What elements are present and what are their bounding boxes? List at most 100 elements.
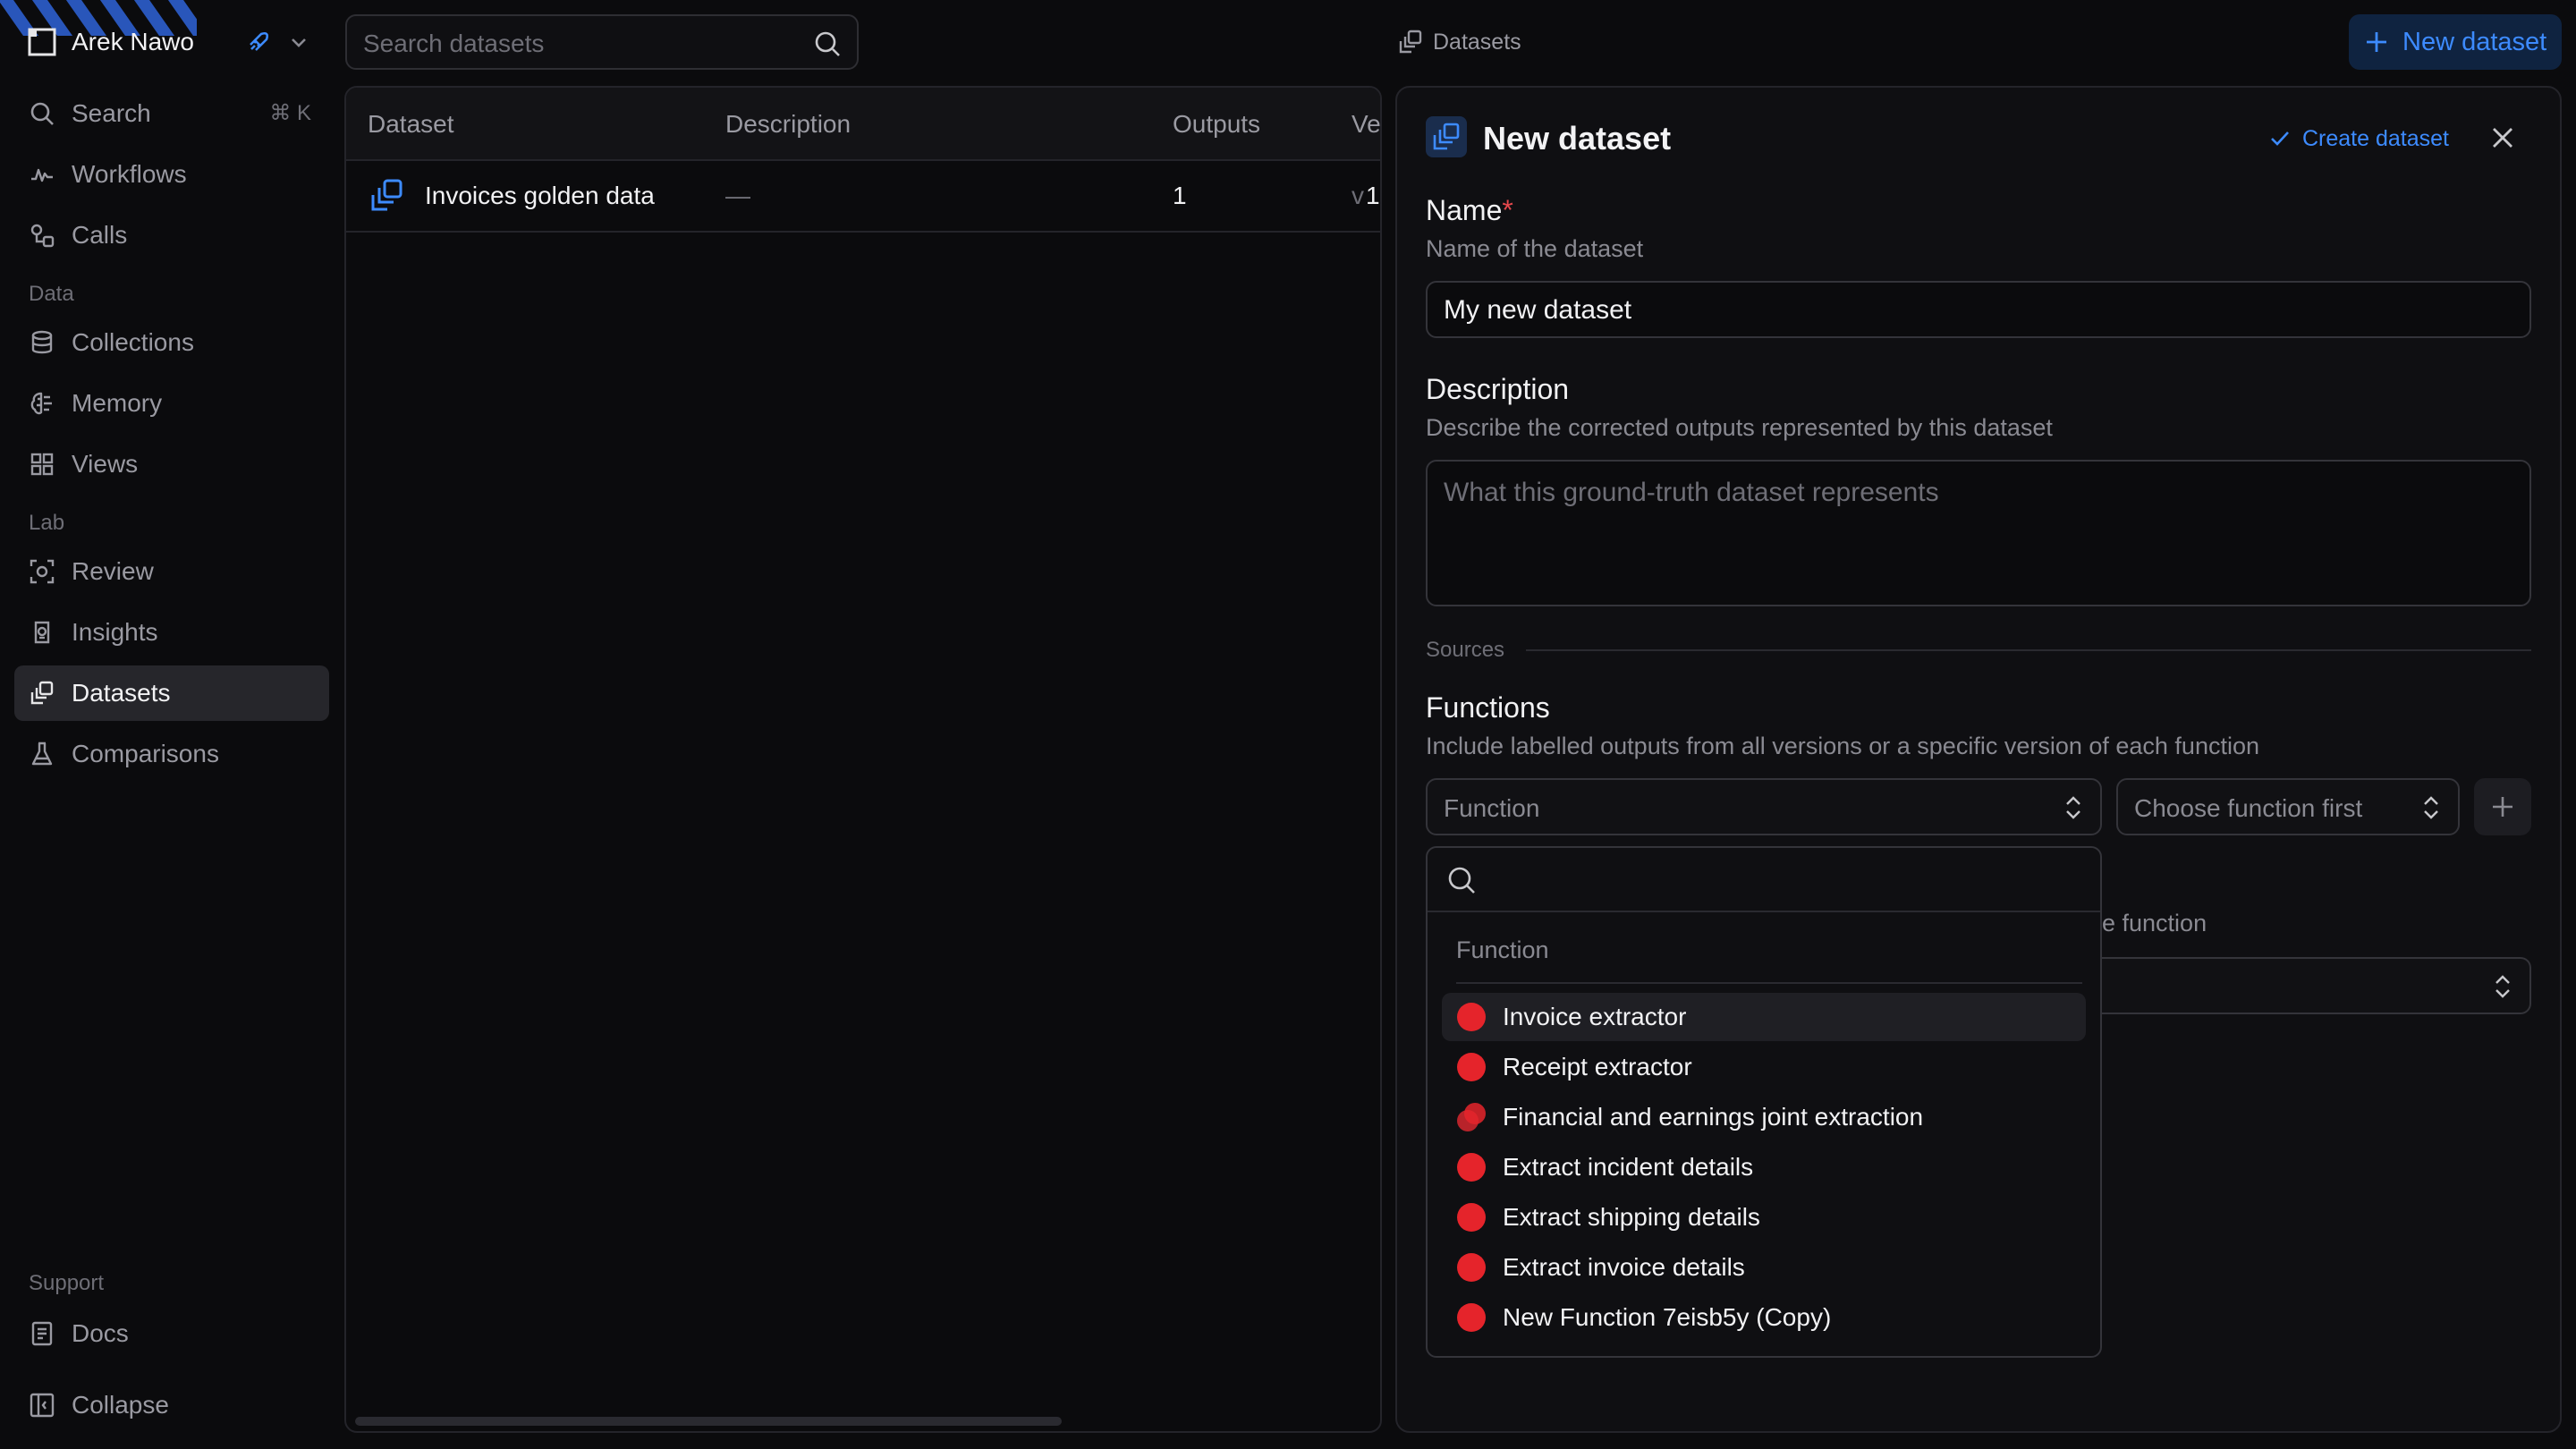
create-dataset-button[interactable]: Create dataset: [2268, 123, 2456, 154]
joint-function-icon: [1456, 1102, 1487, 1132]
sidebar-item-datasets[interactable]: Datasets: [14, 665, 329, 721]
dropdown-item-label: Receipt extractor: [1503, 1053, 1692, 1080]
function-icon: [1456, 1302, 1487, 1333]
description-field[interactable]: What this ground-truth dataset represent…: [1426, 460, 2531, 606]
dataset-version-prefix: v: [1352, 182, 1364, 209]
dropdown-item[interactable]: Extract shipping details: [1442, 1193, 2086, 1241]
datasets-icon: [29, 680, 55, 707]
chevron-updown-icon: [2420, 794, 2442, 821]
dataset-version: 1: [1366, 182, 1380, 209]
datasets-table: Dataset Description Outputs Ve Invoices …: [344, 86, 1382, 1433]
dropdown-item[interactable]: Financial and earnings joint extraction: [1442, 1093, 2086, 1141]
check-icon: [2268, 127, 2292, 150]
horizontal-scrollbar[interactable]: [355, 1417, 1062, 1426]
section-heading-support: Support: [29, 1271, 105, 1295]
plus-icon: [2363, 29, 2390, 55]
sidebar-item-label: Collapse: [72, 1391, 169, 1419]
calls-icon: [29, 222, 55, 249]
search-input[interactable]: Search datasets: [345, 14, 859, 70]
sidebar-item-label: Insights: [72, 618, 158, 646]
description-placeholder: What this ground-truth dataset represent…: [1444, 478, 1939, 507]
version-select-value: Choose function first: [2134, 794, 2363, 822]
sources-divider: [1526, 649, 2531, 651]
function-icon: [1456, 1002, 1487, 1032]
new-dataset-button[interactable]: New dataset: [2349, 14, 2562, 70]
sidebar: Arek Nawo Search ⌘ K Workflows Calls Dat…: [0, 0, 343, 1449]
column-header-outputs[interactable]: Outputs: [1173, 109, 1260, 140]
function-icon: [1456, 1252, 1487, 1283]
sidebar-item-collapse[interactable]: Collapse: [14, 1377, 329, 1433]
dataset-name: Invoices golden data: [425, 182, 655, 209]
sidebar-item-workflows[interactable]: Workflows: [14, 147, 329, 202]
sidebar-item-collections[interactable]: Collections: [14, 315, 329, 370]
section-heading-lab: Lab: [29, 511, 65, 535]
chevron-updown-icon: [2492, 973, 2513, 1000]
dataset-icon: [368, 177, 405, 215]
dropdown-item-label: Invoice extractor: [1503, 1003, 1687, 1030]
dropdown-item-label: Financial and earnings joint extraction: [1503, 1103, 1924, 1131]
dropdown-search-input[interactable]: [1428, 848, 2100, 912]
function-select-value: Function: [1444, 794, 1540, 822]
search-icon: [1445, 864, 1478, 896]
review-icon: [29, 558, 55, 585]
workspace-name[interactable]: Arek Nawo: [72, 27, 194, 57]
breadcrumb-label: Datasets: [1433, 30, 1521, 55]
sidebar-item-label: Collections: [72, 328, 194, 356]
dropdown-item-label: Extract shipping details: [1503, 1203, 1760, 1231]
sources-heading: Sources: [1426, 638, 1505, 662]
section-heading-data: Data: [29, 282, 74, 306]
dropdown-item[interactable]: Invoice extractor: [1442, 993, 2086, 1041]
dropdown-item[interactable]: New Function 7eisb5y (Copy): [1442, 1293, 2086, 1342]
sidebar-item-label: Review: [72, 557, 154, 585]
sidebar-item-label: Views: [72, 450, 139, 478]
function-icon: [1456, 1052, 1487, 1082]
sidebar-item-label: Search: [72, 99, 151, 127]
keyboard-shortcut: ⌘ K: [269, 101, 311, 125]
add-function-button[interactable]: [2474, 778, 2531, 835]
column-header-description[interactable]: Description: [725, 109, 851, 140]
brain-icon: [29, 390, 55, 417]
search-icon: [812, 29, 843, 59]
name-help: Name of the dataset: [1426, 235, 1644, 262]
collapse-icon: [29, 1392, 55, 1419]
sidebar-item-calls[interactable]: Calls: [14, 208, 329, 263]
dropdown-item[interactable]: Receipt extractor: [1442, 1043, 2086, 1091]
description-label: Description: [1426, 373, 1570, 405]
table-header: Dataset Description Outputs Ve: [346, 88, 1380, 161]
obscured-select[interactable]: [2057, 957, 2531, 1014]
workflow-icon: [29, 161, 55, 188]
database-icon: [29, 329, 55, 356]
dropdown-item[interactable]: Extract incident details: [1442, 1143, 2086, 1191]
dropdown-item[interactable]: Extract invoice details: [1442, 1243, 2086, 1292]
sidebar-item-review[interactable]: Review: [14, 544, 329, 599]
function-select[interactable]: Function: [1426, 778, 2102, 835]
dropdown-item-label: New Function 7eisb5y (Copy): [1503, 1303, 1832, 1331]
version-select[interactable]: Choose function first: [2116, 778, 2460, 835]
sidebar-item-search[interactable]: Search ⌘ K: [14, 86, 329, 141]
rocket-icon[interactable]: [243, 27, 274, 57]
sidebar-item-label: Comparisons: [72, 740, 219, 767]
functions-label: Functions: [1426, 691, 1550, 724]
grid-icon: [29, 451, 55, 478]
name-field[interactable]: My new dataset: [1426, 281, 2531, 338]
dataset-description: —: [725, 182, 750, 209]
function-icon: [1456, 1202, 1487, 1233]
description-help: Describe the corrected outputs represent…: [1426, 414, 2053, 441]
sidebar-item-comparisons[interactable]: Comparisons: [14, 726, 329, 782]
sidebar-item-label: Calls: [72, 221, 128, 249]
close-icon[interactable]: [2487, 122, 2519, 154]
dropdown-divider: [1456, 982, 2082, 984]
chevron-down-icon[interactable]: [288, 32, 309, 52]
column-header-dataset[interactable]: Dataset: [368, 109, 454, 140]
sidebar-item-docs[interactable]: Docs: [14, 1306, 329, 1361]
sidebar-item-views[interactable]: Views: [14, 436, 329, 492]
sidebar-item-memory[interactable]: Memory: [14, 376, 329, 431]
search-icon: [29, 100, 55, 127]
workspace-logo-icon[interactable]: [27, 27, 57, 57]
dropdown-item-label: Extract invoice details: [1503, 1253, 1745, 1281]
table-row[interactable]: Invoices golden data — 1 v 1: [346, 161, 1380, 233]
sidebar-item-insights[interactable]: Insights: [14, 605, 329, 660]
functions-help: Include labelled outputs from all versio…: [1426, 733, 2260, 759]
flask-icon: [29, 741, 55, 767]
column-header-version[interactable]: Ve: [1352, 109, 1380, 140]
